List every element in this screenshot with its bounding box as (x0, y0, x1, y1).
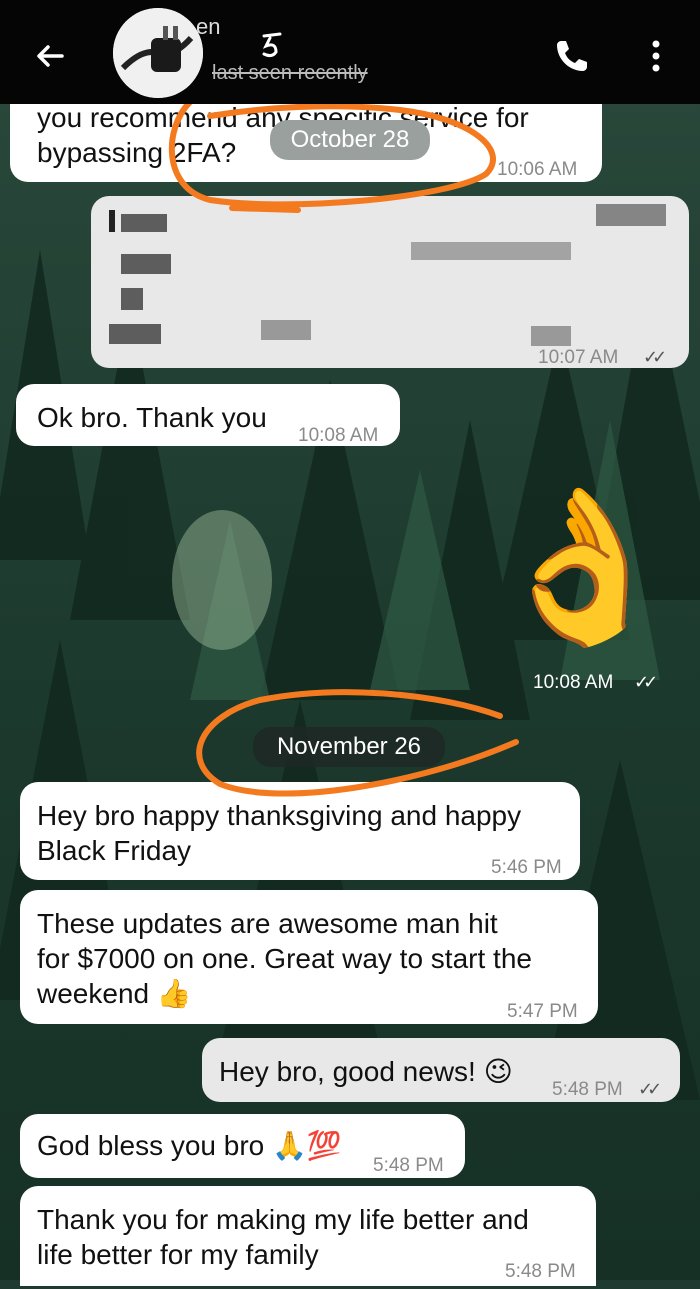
message-time: 10:08 AM (298, 425, 379, 446)
contact-status: last seen recently (212, 62, 368, 84)
arrow-left-icon[interactable] (32, 38, 68, 74)
message-text: Hey bro, good news! 😉 (219, 1056, 513, 1087)
message-bubble-incoming[interactable]: Ok bro. Thank you 10:08 AM (16, 384, 400, 446)
message-time: 10:08 AM (533, 672, 614, 693)
contact-name[interactable]: en (196, 14, 220, 40)
message-time: 5:48 PM (505, 1261, 576, 1282)
message-text: Thank you for making my life better and … (37, 1202, 529, 1272)
chat-header: en last seen recently (0, 0, 700, 104)
message-text-line: Hey bro happy thanksgiving and happy (37, 800, 522, 831)
message-time: 5:46 PM (491, 857, 562, 878)
message-text-line: weekend 👍 (37, 978, 192, 1009)
message-time: 10:07 AM (538, 347, 619, 368)
message-bubble-outgoing[interactable]: 10:07 AM ✓✓ (91, 196, 689, 368)
message-bubble-incoming[interactable]: Thank you for making my life better and … (20, 1186, 596, 1286)
message-text: God bless you bro 🙏💯 (37, 1130, 342, 1161)
message-bubble-incoming[interactable]: Hey bro happy thanksgiving and happy Bla… (20, 782, 580, 880)
avatar-image (113, 8, 203, 98)
message-text: Ok bro. Thank you (37, 402, 267, 433)
date-separator: October 28 (270, 120, 430, 160)
message-text-line: These updates are awesome man hit (37, 908, 498, 939)
message-text-line: Thank you for making my life better and (37, 1204, 529, 1235)
message-time: 10:06 AM (497, 159, 578, 180)
phone-icon[interactable] (552, 36, 592, 76)
message-text-line: life better for my family (37, 1239, 319, 1270)
message-time: 5:48 PM (552, 1079, 623, 1100)
emoji-sticker-ok-hand[interactable]: 👌 (488, 466, 675, 666)
message-text: These updates are awesome man hit for $7… (37, 906, 532, 1011)
message-text-line: Black Friday (37, 835, 192, 866)
message-text: Hey bro happy thanksgiving and happy Bla… (37, 798, 521, 868)
message-bubble-outgoing[interactable]: Hey bro, good news! 😉 5:48 PM ✓✓ (202, 1038, 680, 1102)
read-checkmarks-icon: ✓✓ (634, 672, 658, 692)
date-separator: November 26 (253, 727, 445, 767)
message-time: 5:48 PM (373, 1155, 444, 1176)
scribble-icon (262, 32, 282, 58)
avatar[interactable] (113, 8, 203, 98)
message-bubble-incoming[interactable]: These updates are awesome man hit for $7… (20, 890, 598, 1024)
message-bubble-incoming[interactable]: God bless you bro 🙏💯 5:48 PM (20, 1114, 465, 1178)
message-text-line: for $7000 on one. Great way to start the (37, 943, 532, 974)
more-vertical-icon[interactable] (644, 38, 668, 74)
message-time: 5:47 PM (507, 1001, 578, 1022)
read-checkmarks-icon: ✓✓ (643, 347, 667, 367)
read-checkmarks-icon: ✓✓ (638, 1079, 662, 1099)
